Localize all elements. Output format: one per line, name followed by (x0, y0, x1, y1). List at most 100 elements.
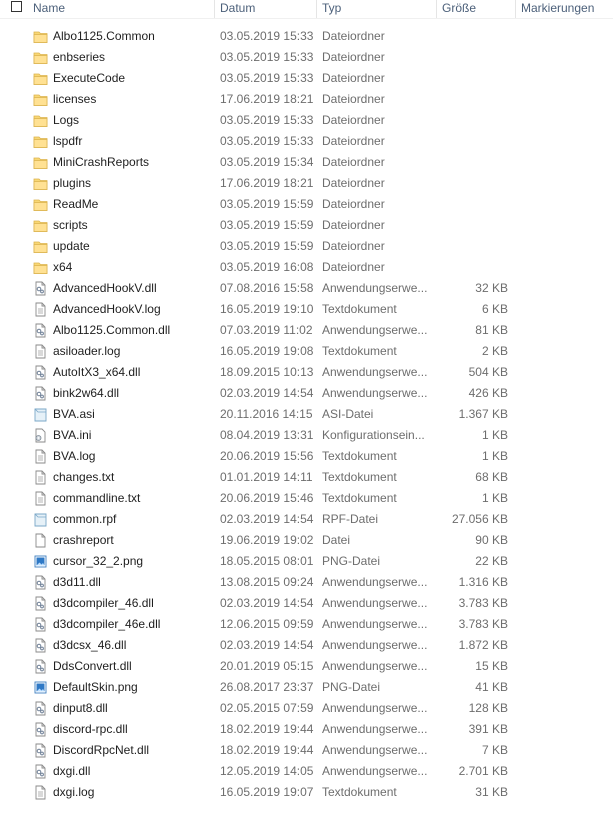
file-row[interactable]: BVA.ini 08.04.2019 13:31 Konfigurationsein… (0, 425, 613, 446)
column-divider[interactable] (436, 0, 437, 18)
file-date: 03.05.2019 15:34 (220, 155, 314, 169)
file-date: 03.05.2019 15:59 (220, 239, 314, 253)
file-type: Konfigurationsein... (322, 428, 425, 442)
file-row[interactable]: scripts 03.05.2019 15:59 Dateiordner (0, 215, 613, 236)
file-row[interactable]: dinput8.dll 02.05.2015 07:59 Anwendungserw… (0, 698, 613, 719)
dll-icon (33, 281, 48, 296)
file-row[interactable]: dxgi.dll 12.05.2019 14:05 Anwendungserwe..… (0, 761, 613, 782)
file-size: 1 KB (481, 428, 508, 442)
file-date: 08.04.2019 13:31 (220, 428, 314, 442)
file-type: Dateiordner (322, 239, 385, 253)
text-file-icon (33, 344, 48, 359)
file-row[interactable]: DdsConvert.dll 20.01.2019 05:15 Anwendungs… (0, 656, 613, 677)
file-row[interactable]: discord-rpc.dll 18.02.2019 19:44 Anwendung… (0, 719, 613, 740)
column-divider[interactable] (515, 0, 516, 18)
column-divider[interactable] (214, 0, 215, 18)
folder-icon (33, 92, 48, 107)
file-row[interactable]: x64 03.05.2019 16:08 Dateiordner (0, 257, 613, 278)
file-size: 68 KB (475, 470, 508, 484)
file-date: 02.03.2019 14:54 (220, 638, 314, 652)
file-row[interactable]: d3d11.dll 13.08.2015 09:24 Anwendungserwe.… (0, 572, 613, 593)
file-row[interactable]: BVA.asi 20.11.2016 14:15 ASI-Datei 1.367 KB (0, 404, 613, 425)
file-row[interactable]: plugins 17.06.2019 18:21 Dateiordner (0, 173, 613, 194)
file-name: discord-rpc.dll (53, 722, 128, 736)
file-row[interactable]: bink2w64.dll 02.03.2019 14:54 Anwendungser… (0, 383, 613, 404)
file-row[interactable]: Logs 03.05.2019 15:33 Dateiordner (0, 110, 613, 131)
column-header-tags[interactable]: Markierungen (521, 0, 594, 18)
folder-icon (33, 71, 48, 86)
file-row[interactable]: licenses 17.06.2019 18:21 Dateiordner (0, 89, 613, 110)
file-date: 20.06.2019 15:56 (220, 449, 314, 463)
file-date: 03.05.2019 15:33 (220, 50, 314, 64)
file-row[interactable]: DefaultSkin.png 26.08.2017 23:37 PNG-Datei… (0, 677, 613, 698)
file-row[interactable]: common.rpf 02.03.2019 14:54 RPF-Datei 27.05… (0, 509, 613, 530)
file-type: Anwendungserwe... (322, 617, 428, 631)
file-row[interactable]: Albo1125.Common.dll 07.03.2019 11:02 Anwen… (0, 320, 613, 341)
file-size: 1.367 KB (458, 407, 508, 421)
file-row[interactable]: cursor_32_2.png 18.05.2015 08:01 PNG-Datei… (0, 551, 613, 572)
file-row[interactable]: enbseries 03.05.2019 15:33 Dateiordner (0, 47, 613, 68)
file-name: AdvancedHookV.dll (53, 281, 157, 295)
file-name: enbseries (53, 50, 106, 64)
column-header-type[interactable]: Typ (322, 0, 341, 18)
file-row[interactable]: d3dcsx_46.dll 02.03.2019 14:54 Anwendungse… (0, 635, 613, 656)
file-row[interactable]: ReadMe 03.05.2019 15:59 Dateiordner (0, 194, 613, 215)
file-size (434, 89, 508, 110)
file-row[interactable]: BVA.log 20.06.2019 15:56 Textdokument 1 KB (0, 446, 613, 467)
file-name: DiscordRpcNet.dll (53, 743, 150, 757)
file-name: commandline.txt (53, 491, 141, 505)
text-file-icon (33, 491, 48, 506)
file-name: dinput8.dll (53, 701, 108, 715)
file-size: 27.056 KB (451, 512, 508, 526)
file-name: scripts (53, 218, 88, 232)
column-divider[interactable] (316, 0, 317, 18)
file-size: 1 KB (481, 491, 508, 505)
file-row[interactable]: AdvancedHookV.dll 07.08.2016 15:58 Anwendu… (0, 278, 613, 299)
folder-icon (33, 197, 48, 212)
file-row[interactable]: DiscordRpcNet.dll 18.02.2019 19:44 Anwendu… (0, 740, 613, 761)
folder-icon (33, 176, 48, 191)
file-date: 03.05.2019 15:33 (220, 113, 314, 127)
file-row[interactable]: Albo1125.Common 03.05.2019 15:33 Dateiordn… (0, 26, 613, 47)
file-type: Dateiordner (322, 50, 385, 64)
select-all-checkbox[interactable] (11, 1, 22, 12)
file-row[interactable]: MiniCrashReports 03.05.2019 15:34 Dateiord… (0, 152, 613, 173)
file-size: 391 KB (468, 722, 508, 736)
file-row[interactable]: d3dcompiler_46e.dll 12.06.2015 09:59 Anwen… (0, 614, 613, 635)
file-name: ExecuteCode (53, 71, 126, 85)
file-name: dxgi.dll (53, 764, 91, 778)
file-row[interactable]: AutoItX3_x64.dll 18.09.2015 10:13 Anwendun… (0, 362, 613, 383)
file-row[interactable]: crashreport 19.06.2019 19:02 Datei 90 KB (0, 530, 613, 551)
file-row[interactable]: dxgi.log 16.05.2019 19:07 Textdokument 31 K… (0, 782, 613, 803)
dll-icon (33, 575, 48, 590)
file-name: crashreport (53, 533, 114, 547)
dll-icon (33, 764, 48, 779)
file-row[interactable]: AdvancedHookV.log 16.05.2019 19:10 Textdok… (0, 299, 613, 320)
file-row[interactable]: d3dcompiler_46.dll 02.03.2019 14:54 Anwend… (0, 593, 613, 614)
file-row[interactable]: commandline.txt 20.06.2019 15:46 Textdokum… (0, 488, 613, 509)
column-header-date[interactable]: Datum (220, 0, 255, 18)
file-size (434, 110, 508, 131)
generic-file-icon (33, 512, 48, 527)
file-date: 03.05.2019 16:08 (220, 260, 314, 274)
file-row[interactable]: changes.txt 01.01.2019 14:11 Textdokument 6… (0, 467, 613, 488)
folder-icon (33, 134, 48, 149)
file-row[interactable]: ExecuteCode 03.05.2019 15:33 Dateiordner (0, 68, 613, 89)
file-date: 03.05.2019 15:33 (220, 29, 314, 43)
file-date: 16.05.2019 19:08 (220, 344, 314, 358)
file-row[interactable]: update 03.05.2019 15:59 Dateiordner (0, 236, 613, 257)
column-header-name[interactable]: Name (33, 0, 65, 18)
settings-file-icon (33, 428, 48, 443)
file-row[interactable]: asiloader.log 16.05.2019 19:08 Textdokumen… (0, 341, 613, 362)
file-row[interactable]: lspdfr 03.05.2019 15:33 Dateiordner (0, 131, 613, 152)
file-date: 02.03.2019 14:54 (220, 596, 314, 610)
dll-icon (33, 386, 48, 401)
column-header-size[interactable]: Größe (442, 0, 476, 18)
text-file-icon (33, 302, 48, 317)
file-date: 12.05.2019 14:05 (220, 764, 314, 778)
file-size: 41 KB (475, 680, 508, 694)
file-date: 18.09.2015 10:13 (220, 365, 314, 379)
file-size: 2 KB (481, 344, 508, 358)
file-date: 20.01.2019 05:15 (220, 659, 314, 673)
file-size: 3.783 KB (458, 617, 508, 631)
